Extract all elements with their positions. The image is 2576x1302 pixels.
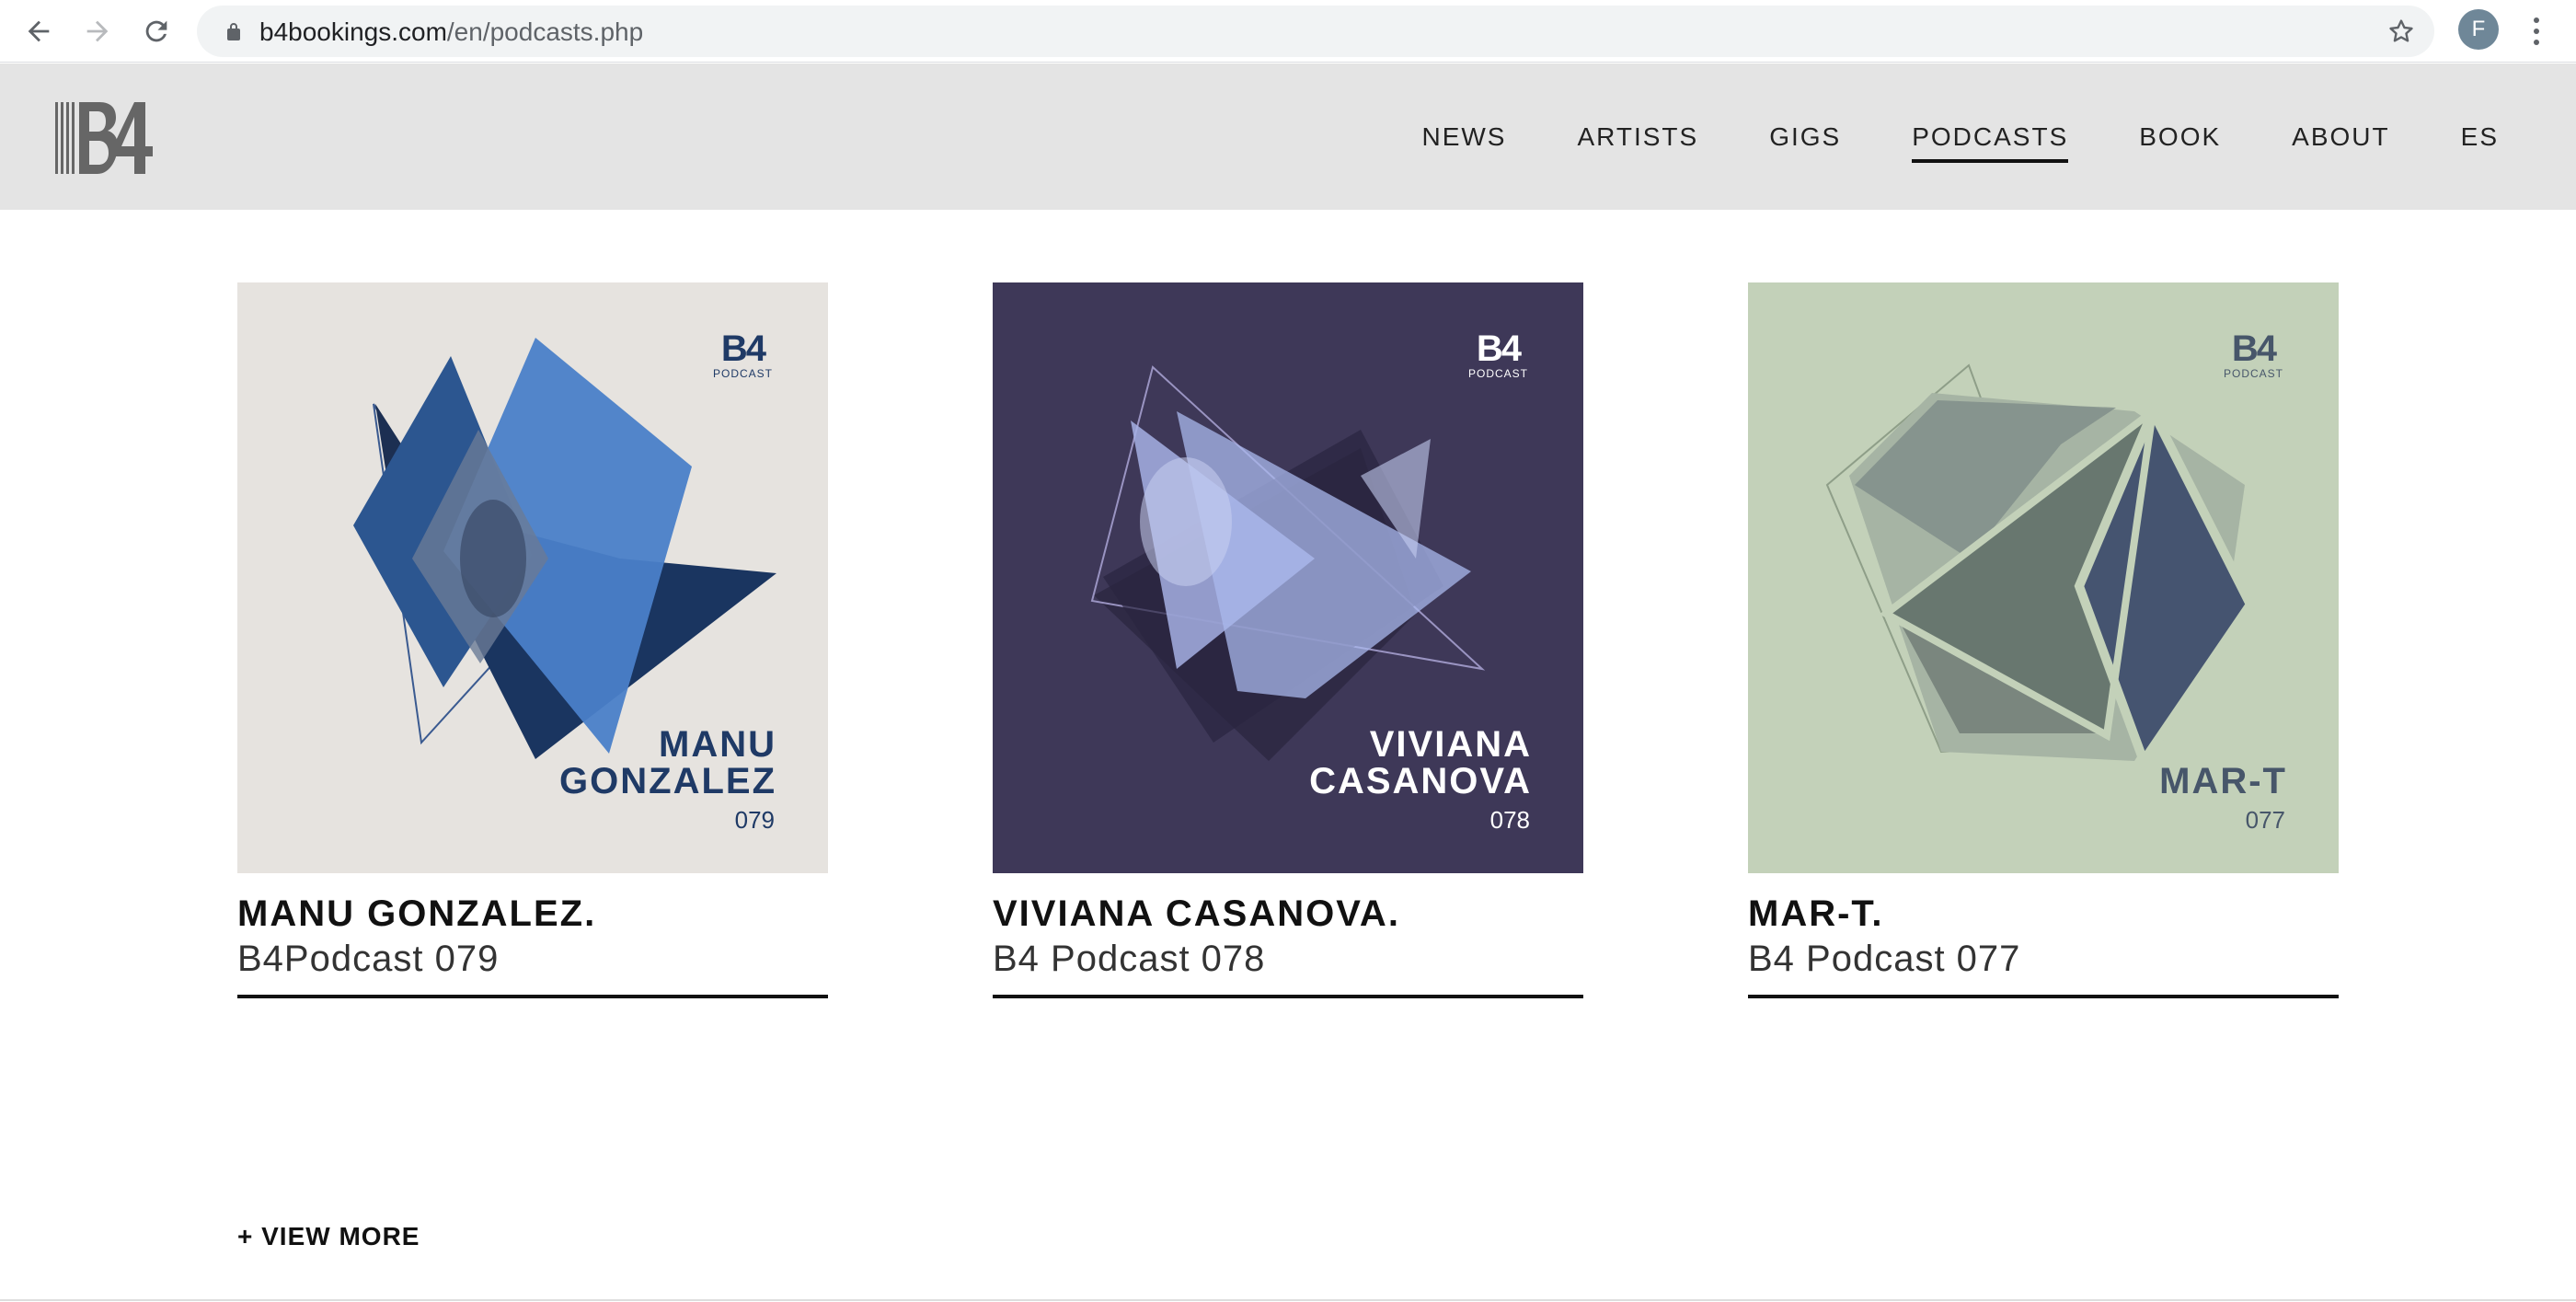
main-navigation: NEWS ARTISTS GIGS PODCASTS BOOK ABOUT ES (1421, 63, 2499, 210)
nav-book[interactable]: BOOK (2139, 122, 2221, 163)
cover-name-line: VIVIANA (1369, 724, 1532, 765)
cover-badge-label: PODCAST (2223, 367, 2283, 380)
podcast-card[interactable]: B4 PODCAST VIVIANA CASANOVA 078 VIVIANA … (993, 282, 1583, 998)
cover-badge-label: PODCAST (1467, 367, 1528, 380)
cover-badge: B4 PODCAST (1468, 330, 1528, 380)
cover-name-line: GONZALEZ (559, 761, 776, 801)
forward-button[interactable] (75, 9, 120, 53)
arrow-right-icon (86, 20, 109, 42)
card-underline (237, 995, 828, 998)
page-bottom-divider (0, 1299, 2576, 1301)
arrow-left-icon (28, 20, 50, 42)
podcast-cover[interactable]: B4 PODCAST MANU GONZALEZ 079 (237, 282, 828, 873)
cover-badge: B4 PODCAST (713, 330, 773, 380)
nav-podcasts[interactable]: PODCASTS (1912, 122, 2069, 163)
podcast-title[interactable]: MANU GONZALEZ. (237, 892, 828, 936)
card-underline (993, 995, 1583, 998)
cover-episode-number: 079 (734, 806, 775, 834)
url-path: /en/podcasts.php (446, 17, 644, 46)
podcast-card[interactable]: B4 PODCAST MANU GONZALEZ 079 MANU GONZAL… (237, 282, 828, 998)
lock-icon (227, 23, 240, 40)
browser-menu-icon[interactable] (2523, 9, 2550, 53)
cover-badge-label: PODCAST (712, 367, 773, 380)
url-text: b4bookings.com/en/podcasts.php (259, 17, 643, 47)
cover-artist-name: MAR-T (2159, 763, 2287, 800)
view-more-link[interactable]: + VIEW MORE (237, 1222, 420, 1251)
cover-badge-logo: B4 (720, 328, 766, 369)
profile-avatar[interactable]: F (2458, 9, 2499, 50)
url-host: b4bookings.com (259, 17, 447, 46)
cover-badge: B4 PODCAST (2224, 330, 2283, 380)
podcast-subtitle: B4 Podcast 077 (1748, 939, 2021, 979)
podcast-title[interactable]: MAR-T. (1748, 892, 2339, 936)
address-bar[interactable]: b4bookings.com/en/podcasts.php (197, 6, 2434, 57)
podcast-cover[interactable]: B4 PODCAST VIVIANA CASANOVA 078 (993, 282, 1583, 873)
nav-news[interactable]: NEWS (1421, 122, 1506, 163)
reload-icon (145, 20, 167, 42)
cover-artist-name: VIVIANA CASANOVA (1309, 726, 1532, 800)
nav-artists[interactable]: ARTISTS (1577, 122, 1698, 163)
b4-logo[interactable] (55, 100, 156, 176)
cover-name-line: MANU (659, 724, 776, 765)
podcast-subtitle: B4Podcast 079 (237, 939, 500, 979)
browser-toolbar: b4bookings.com/en/podcasts.php F (0, 0, 2576, 63)
bookmark-star-icon[interactable] (2386, 17, 2416, 46)
podcast-card[interactable]: B4 PODCAST MAR-T 077 MAR-T. B4 Podcast 0… (1748, 282, 2339, 998)
podcast-subtitle: B4 Podcast 078 (993, 939, 1266, 979)
reload-button[interactable] (134, 9, 178, 53)
cover-episode-number: 078 (1489, 806, 1530, 834)
cover-name-line: MAR-T (2159, 761, 2287, 801)
nav-language-es[interactable]: ES (2461, 122, 2499, 163)
cover-artist-name: MANU GONZALEZ (559, 726, 776, 800)
card-underline (1748, 995, 2339, 998)
site-header: NEWS ARTISTS GIGS PODCASTS BOOK ABOUT ES (0, 63, 2576, 210)
cover-episode-number: 077 (2245, 806, 2285, 834)
back-button[interactable] (17, 9, 61, 53)
podcast-title[interactable]: VIVIANA CASANOVA. (993, 892, 1583, 936)
cover-name-line: CASANOVA (1309, 761, 1532, 801)
nav-about[interactable]: ABOUT (2292, 122, 2389, 163)
podcast-cover[interactable]: B4 PODCAST MAR-T 077 (1748, 282, 2339, 873)
cover-badge-logo: B4 (1476, 328, 1522, 369)
cover-badge-logo: B4 (2231, 328, 2277, 369)
nav-gigs[interactable]: GIGS (1769, 122, 1841, 163)
